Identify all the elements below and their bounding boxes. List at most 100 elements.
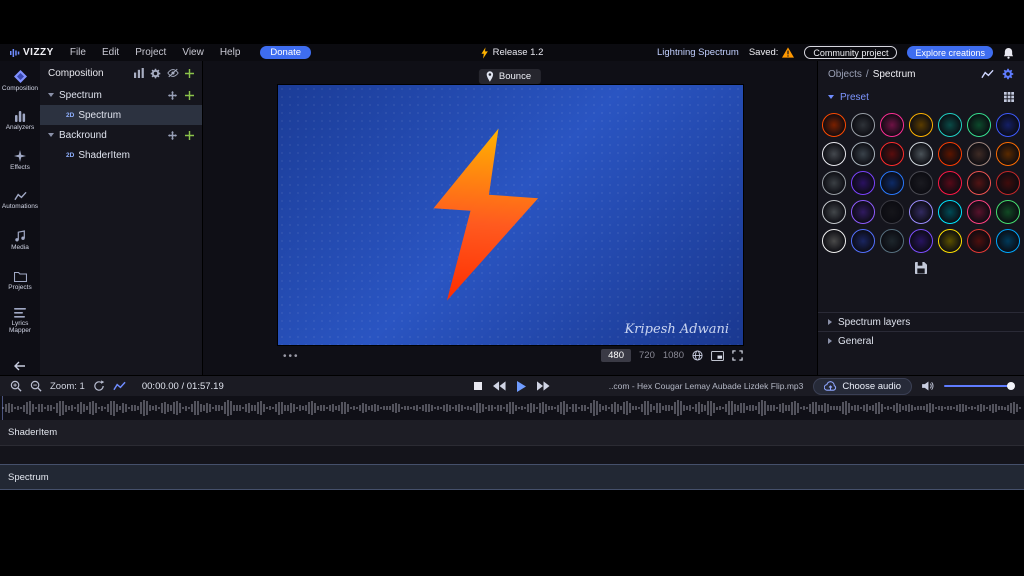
zoom-out-button[interactable] xyxy=(30,380,42,392)
waveform[interactable] xyxy=(0,396,1024,420)
track-shaderitem[interactable]: ShaderItem xyxy=(0,420,1024,446)
preset-thumb[interactable] xyxy=(880,171,904,195)
menu-edit[interactable]: Edit xyxy=(102,47,119,58)
rail-item-analyzers[interactable]: Analyzers xyxy=(0,101,40,141)
zoom-in-button[interactable] xyxy=(10,380,22,392)
tree-item-spectrum[interactable]: 2D Spectrum xyxy=(40,105,202,125)
preset-thumb[interactable] xyxy=(967,200,991,224)
volume-knob[interactable] xyxy=(1007,382,1015,390)
refresh-button[interactable] xyxy=(93,380,105,392)
preset-thumb[interactable] xyxy=(822,171,846,195)
preset-thumb[interactable] xyxy=(822,113,846,137)
section-spectrum-layers[interactable]: Spectrum layers xyxy=(818,312,1024,331)
stats-bars-icon[interactable] xyxy=(134,68,144,78)
preset-thumb[interactable] xyxy=(909,229,933,253)
preset-thumb[interactable] xyxy=(851,142,875,166)
breadcrumb-objects[interactable]: Objects xyxy=(828,69,862,80)
track-spectrum[interactable]: Spectrum xyxy=(0,464,1024,490)
grid-view-icon[interactable] xyxy=(1004,92,1014,102)
preset-thumb[interactable] xyxy=(880,200,904,224)
settings-gear-icon[interactable] xyxy=(1002,68,1014,80)
preset-thumb[interactable] xyxy=(996,142,1020,166)
preset-thumb[interactable] xyxy=(996,171,1020,195)
saved-label: Saved: xyxy=(749,47,779,58)
fullscreen-icon[interactable] xyxy=(732,350,743,361)
section-general[interactable]: General xyxy=(818,331,1024,350)
add-child-icon[interactable] xyxy=(185,131,194,140)
preset-thumb[interactable] xyxy=(909,142,933,166)
choose-audio-button[interactable]: Choose audio xyxy=(813,378,912,395)
play-button[interactable] xyxy=(517,381,526,392)
menu-project[interactable]: Project xyxy=(135,47,166,58)
preset-thumb[interactable] xyxy=(996,229,1020,253)
fast-forward-button[interactable] xyxy=(537,381,550,391)
preset-thumb[interactable] xyxy=(996,113,1020,137)
community-project-button[interactable]: Community project xyxy=(804,46,897,59)
preset-thumb[interactable] xyxy=(880,229,904,253)
analyzer-chart-icon[interactable] xyxy=(981,69,994,79)
gear-icon[interactable] xyxy=(150,68,161,79)
rail-item-lyrics-mapper[interactable]: Lyrics Mapper xyxy=(0,301,40,341)
rail-item-composition[interactable]: Composition xyxy=(0,61,40,101)
volume-slider[interactable] xyxy=(944,385,1012,388)
preset-thumb[interactable] xyxy=(967,229,991,253)
collapse-rail-button[interactable] xyxy=(0,361,40,371)
preset-thumb[interactable] xyxy=(938,113,962,137)
preset-thumb[interactable] xyxy=(909,113,933,137)
globe-icon[interactable] xyxy=(692,350,703,361)
preset-thumb[interactable] xyxy=(967,113,991,137)
resolution-480[interactable]: 480 xyxy=(601,349,631,362)
preset-thumb[interactable] xyxy=(909,200,933,224)
notifications-bell-icon[interactable] xyxy=(1003,47,1014,59)
donate-button[interactable]: Donate xyxy=(260,46,311,59)
menu-file[interactable]: File xyxy=(70,47,86,58)
preset-thumb[interactable] xyxy=(822,229,846,253)
composition-icon xyxy=(14,70,27,83)
automation-view-icon[interactable] xyxy=(113,381,126,391)
bounce-button[interactable]: Bounce xyxy=(479,69,541,84)
rail-item-effects[interactable]: Effects xyxy=(0,141,40,181)
resolution-720[interactable]: 720 xyxy=(639,350,655,361)
add-object-icon[interactable] xyxy=(185,69,194,78)
rail-item-media[interactable]: Media xyxy=(0,221,40,261)
eye-off-icon[interactable] xyxy=(167,68,179,78)
explore-creations-button[interactable]: Explore creations xyxy=(907,46,993,59)
preset-thumb[interactable] xyxy=(938,142,962,166)
stop-button[interactable] xyxy=(474,382,482,390)
add-child-icon[interactable] xyxy=(185,91,194,100)
resolution-1080[interactable]: 1080 xyxy=(663,350,684,361)
app-logo[interactable]: VIZZY xyxy=(0,47,54,58)
preset-thumb[interactable] xyxy=(822,142,846,166)
preset-section-header[interactable]: Preset xyxy=(818,87,1024,107)
tree-group-backround[interactable]: Backround xyxy=(40,125,202,145)
rail-item-automations[interactable]: Automations xyxy=(0,181,40,221)
breadcrumb-current: Spectrum xyxy=(873,69,916,80)
preset-thumb[interactable] xyxy=(822,200,846,224)
tree-group-spectrum[interactable]: Spectrum xyxy=(40,85,202,105)
rewind-button[interactable] xyxy=(493,381,506,391)
preset-thumb[interactable] xyxy=(851,113,875,137)
overflow-menu-button[interactable]: ••• xyxy=(283,351,300,362)
preset-thumb[interactable] xyxy=(909,171,933,195)
move-icon[interactable] xyxy=(168,91,177,100)
volume-icon[interactable] xyxy=(922,381,934,391)
menu-view[interactable]: View xyxy=(182,47,204,58)
preset-thumb[interactable] xyxy=(851,229,875,253)
move-icon[interactable] xyxy=(168,131,177,140)
preset-thumb[interactable] xyxy=(851,200,875,224)
preset-thumb[interactable] xyxy=(851,171,875,195)
tree-item-shaderitem[interactable]: 2D ShaderItem xyxy=(40,145,202,165)
picture-in-picture-icon[interactable] xyxy=(711,351,724,361)
preset-thumb[interactable] xyxy=(967,171,991,195)
preset-thumb[interactable] xyxy=(880,142,904,166)
preset-thumb[interactable] xyxy=(938,229,962,253)
release-banner: Release 1.2 xyxy=(481,47,544,59)
preset-thumb[interactable] xyxy=(938,171,962,195)
preset-thumb[interactable] xyxy=(967,142,991,166)
rail-item-projects[interactable]: Projects xyxy=(0,261,40,301)
preset-thumb[interactable] xyxy=(880,113,904,137)
preset-thumb[interactable] xyxy=(938,200,962,224)
save-preset-button[interactable] xyxy=(915,262,927,274)
preset-thumb[interactable] xyxy=(996,200,1020,224)
menu-help[interactable]: Help xyxy=(220,47,241,58)
